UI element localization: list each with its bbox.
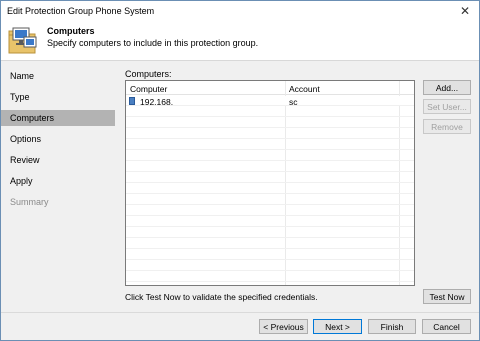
add-button[interactable]: Add... [423,80,471,95]
title-bar: Edit Protection Group Phone System ✕ [1,1,479,21]
finish-button[interactable]: Finish [368,319,416,334]
sidebar-item-apply[interactable]: Apply [1,173,115,189]
wizard-window: Edit Protection Group Phone System ✕ Com… [0,0,480,341]
computer-cell: 192.168. [140,97,174,107]
page-title: Computers [47,26,95,36]
sidebar-item-review[interactable]: Review [1,152,115,168]
table-row-empty [126,195,414,205]
wizard-header: Computers Specify computers to include i… [1,21,479,61]
cancel-button[interactable]: Cancel [422,319,471,334]
table-row-empty [126,129,414,139]
sidebar-item-computers[interactable]: Computers [1,110,115,126]
footer-divider [1,312,479,313]
column-header-account[interactable]: Account [289,84,320,94]
table-row-empty [126,239,414,249]
computers-folder-icon [8,27,37,54]
computers-table[interactable]: Computer Account 192.168. sc [125,80,415,286]
sidebar-item-name[interactable]: Name [1,68,115,84]
sidebar-item-options[interactable]: Options [1,131,115,147]
table-row-empty [126,107,414,117]
table-row-empty [126,162,414,172]
table-row-empty [126,206,414,216]
table-row-empty [126,151,414,161]
table-row-empty [126,140,414,150]
table-row-empty [126,261,414,271]
table-header: Computer Account [126,81,414,95]
computers-label: Computers: [125,69,172,79]
table-row[interactable]: 192.168. sc [126,96,414,107]
remove-button[interactable]: Remove [423,119,471,134]
page-subtitle: Specify computers to include in this pro… [47,38,259,48]
next-button[interactable]: Next > [313,319,362,334]
table-row-empty [126,272,414,282]
table-row-empty [126,228,414,238]
account-cell: sc [289,97,298,107]
test-now-button[interactable]: Test Now [423,289,471,304]
validation-hint: Click Test Now to validate the specified… [125,292,318,302]
table-row-empty [126,217,414,227]
table-row-empty [126,118,414,128]
computer-icon [129,97,135,105]
table-row-empty [126,173,414,183]
previous-button[interactable]: < Previous [259,319,308,334]
column-header-computer[interactable]: Computer [130,84,167,94]
table-row-empty [126,184,414,194]
set-user-button[interactable]: Set User... [423,99,471,114]
window-title: Edit Protection Group Phone System [7,6,155,16]
sidebar-item-type[interactable]: Type [1,89,115,105]
close-icon[interactable]: ✕ [451,1,479,21]
wizard-steps-sidebar: Name Type Computers Options Review Apply… [1,62,117,312]
sidebar-item-summary: Summary [10,197,49,207]
table-row-empty [126,250,414,260]
